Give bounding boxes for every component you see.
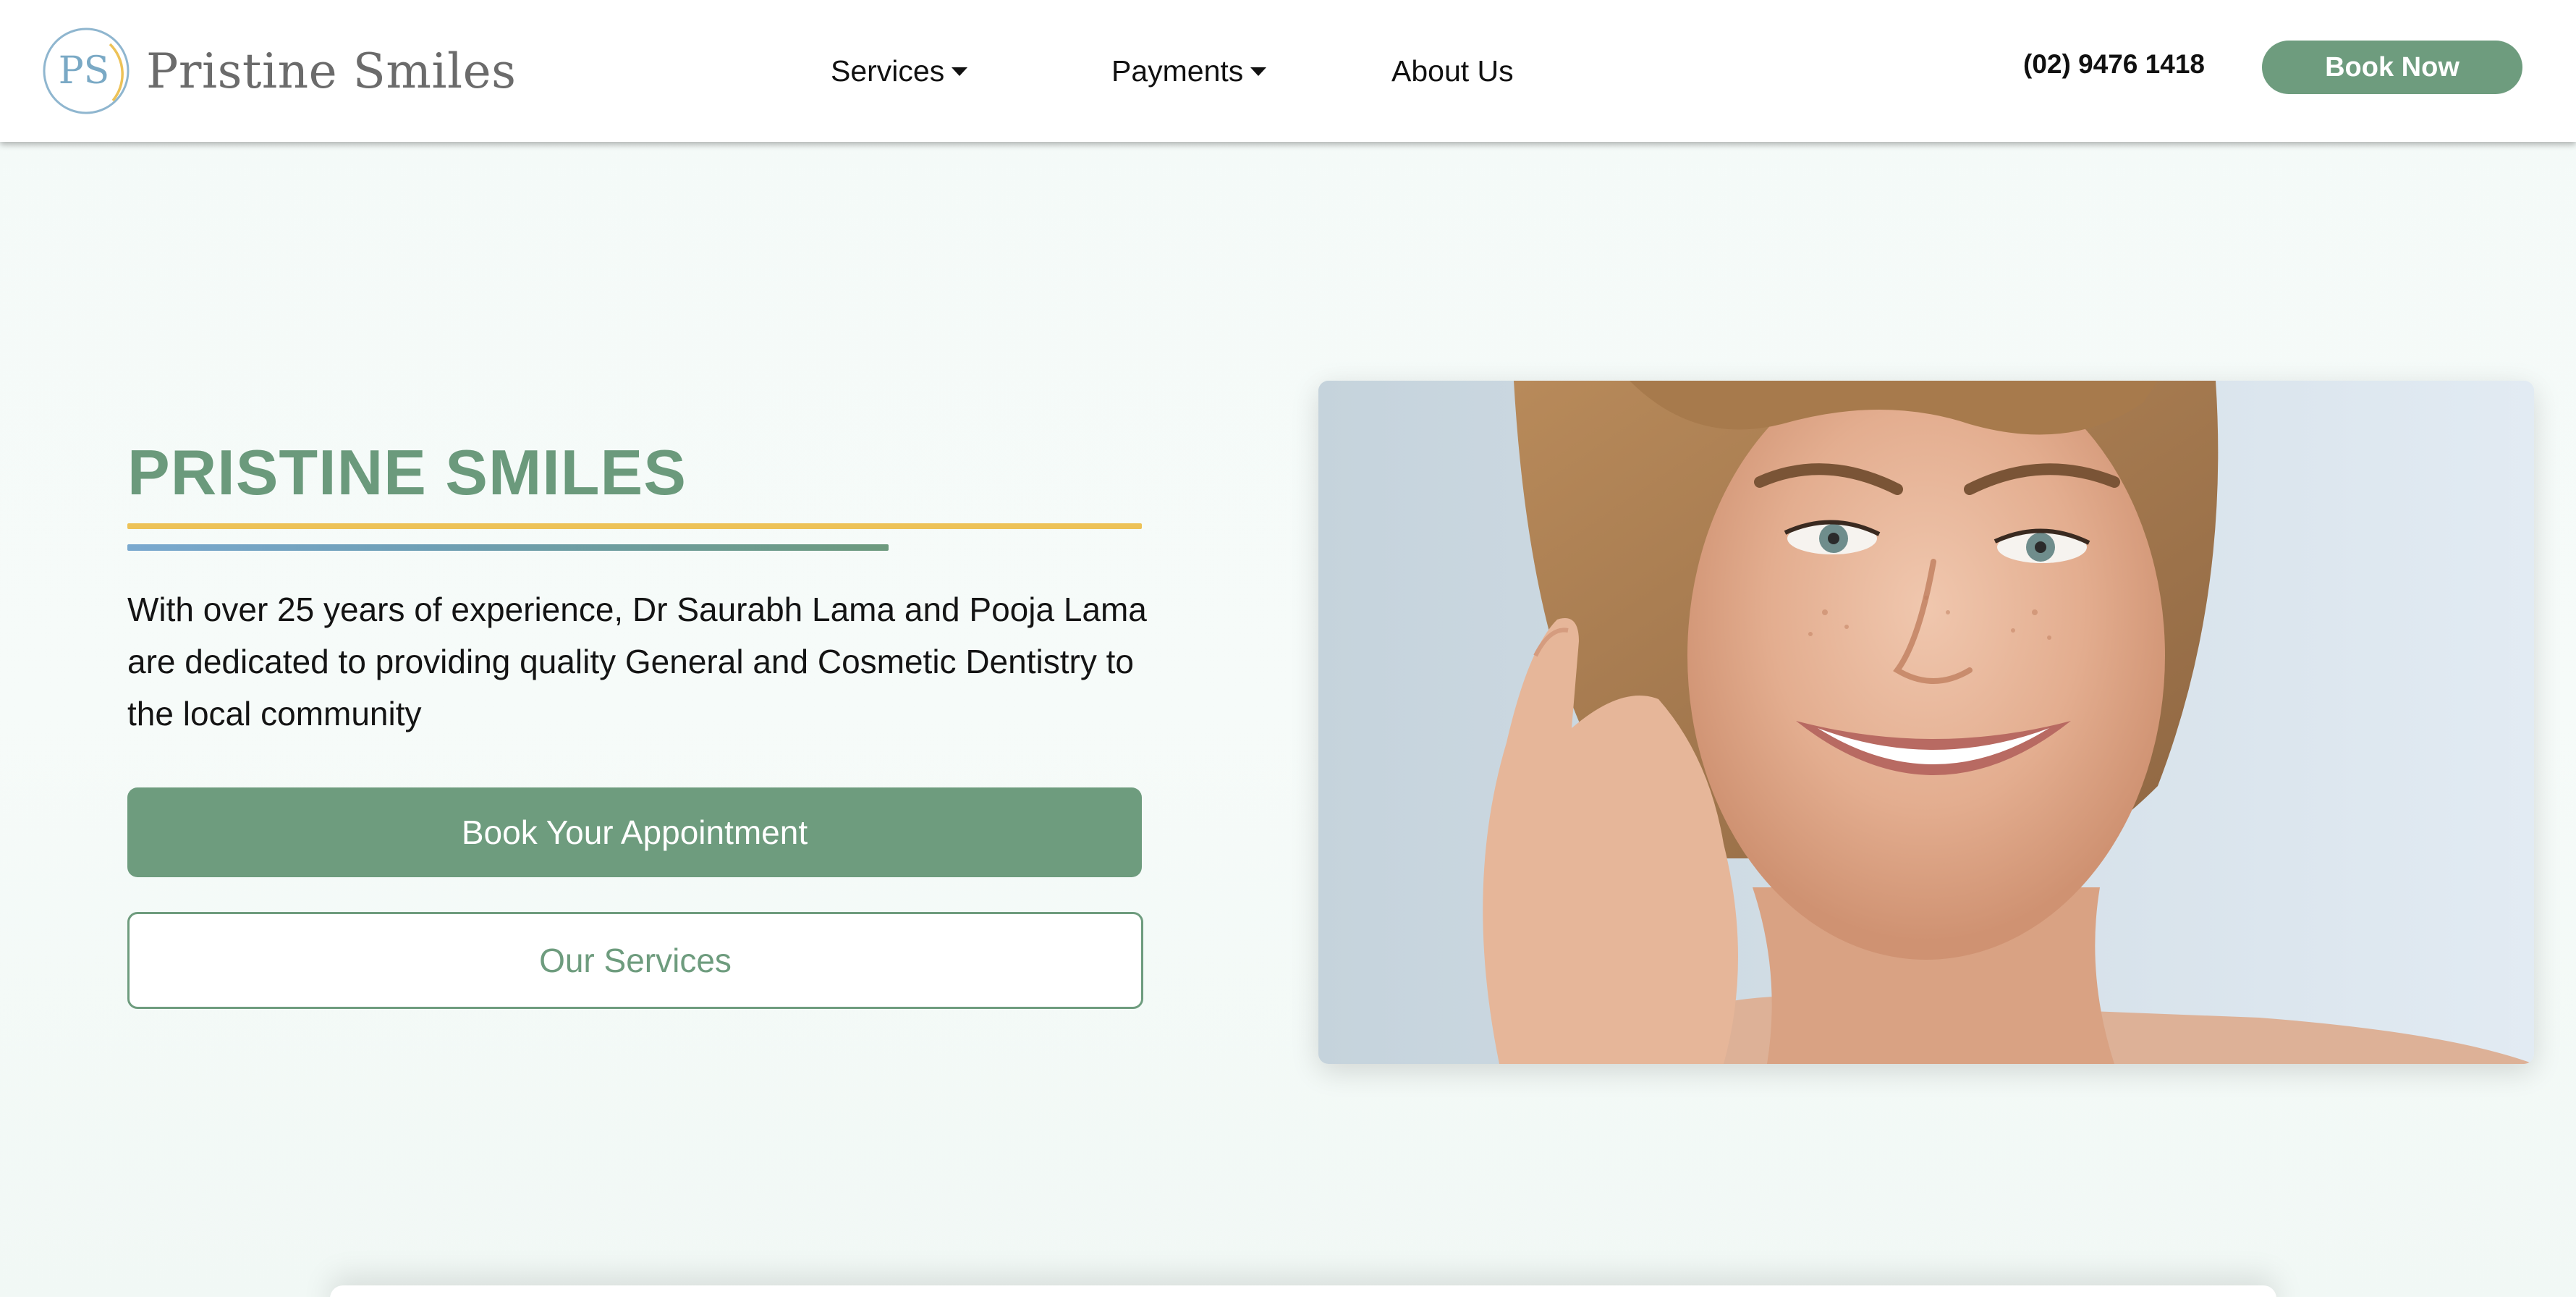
ps-monogram-logo: PS [41,25,132,117]
hero-smiling-woman-image [1318,381,2534,1064]
caret-down-icon [1250,67,1267,76]
nav-services[interactable]: Services [831,54,968,88]
site-header: PS Pristine Smiles Services Payments Abo… [0,0,2576,142]
hero-title: PRISTINE SMILES [127,436,687,508]
logo-monogram: PS [59,49,110,93]
nav-payments-label: Payments [1111,54,1244,88]
next-section-card [330,1285,2276,1297]
nav-services-label: Services [831,54,945,88]
book-now-button[interactable]: Book Now [2262,41,2522,94]
brand-name: Pristine Smiles [146,43,517,99]
gradient-divider [127,544,889,551]
gold-divider [127,523,1142,529]
caret-down-icon [952,67,968,76]
our-services-button[interactable]: Our Services [127,912,1143,1009]
hero-description: With over 25 years of experience, Dr Sau… [127,591,1147,732]
nav-about-us-label: About Us [1391,54,1514,88]
brand-logo[interactable]: PS Pristine Smiles [41,22,517,120]
nav-payments[interactable]: Payments [1111,54,1267,88]
phone-number-link[interactable]: (02) 9476 1418 [2023,49,2205,80]
book-appointment-button[interactable]: Book Your Appointment [127,787,1142,877]
smiling-woman-illustration [1318,381,2534,1064]
nav-about-us[interactable]: About Us [1391,54,1514,88]
